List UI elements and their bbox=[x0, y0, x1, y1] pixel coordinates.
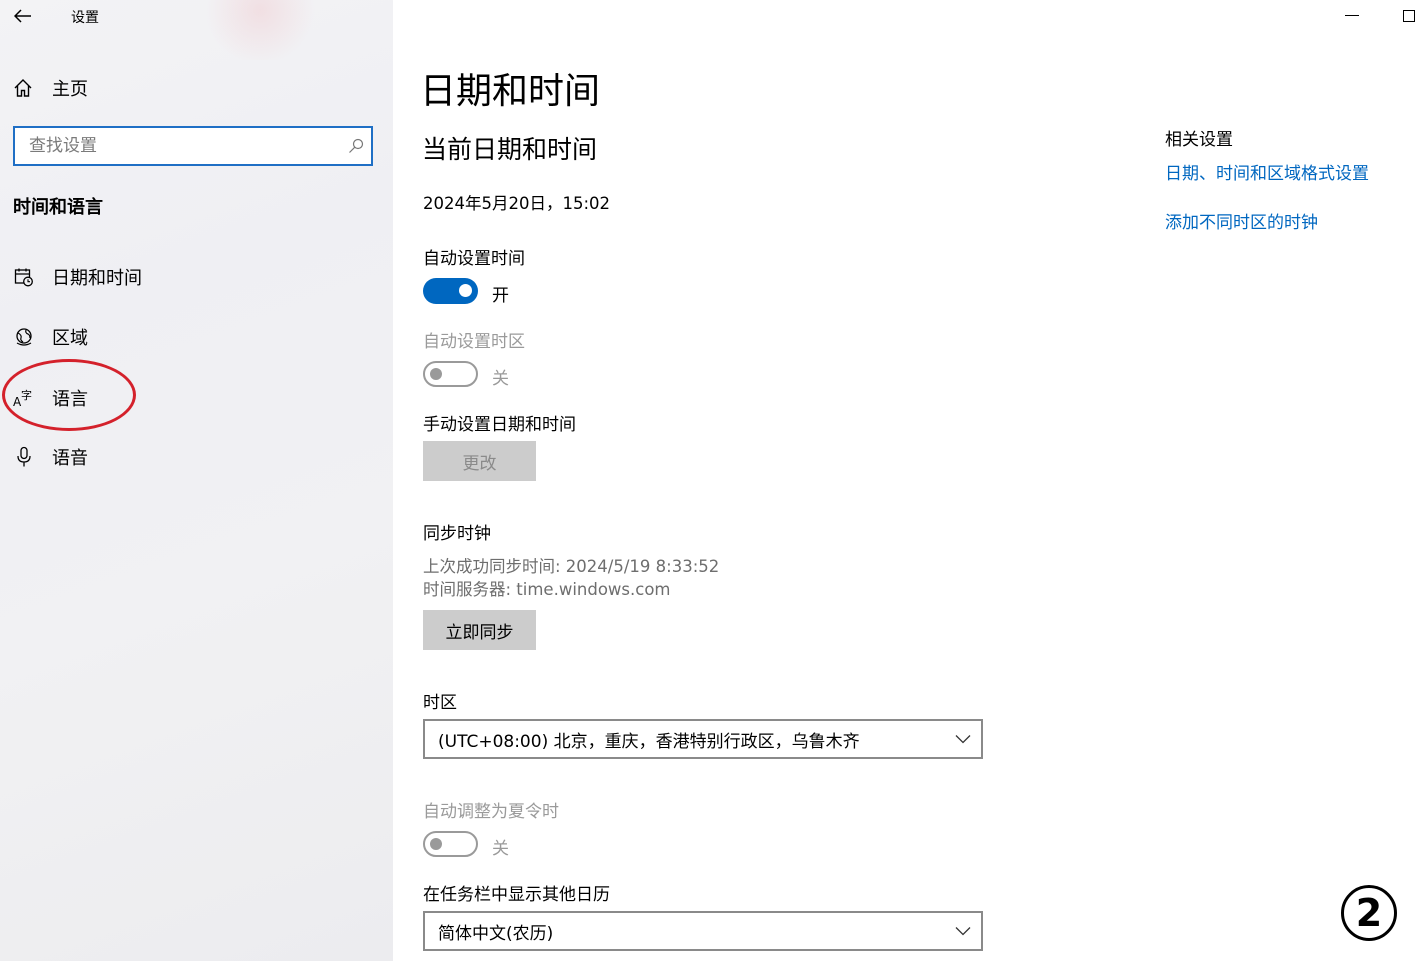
section-subtitle: 当前日期和时间 bbox=[422, 135, 598, 164]
timezone-value: (UTC+08:00) 北京，重庆，香港特别行政区，乌鲁木齐 bbox=[438, 731, 860, 752]
calendar-clock-icon bbox=[13, 266, 35, 288]
calendar-label: 在任务栏中显示其他日历 bbox=[423, 885, 610, 905]
sidebar-item-label: 日期和时间 bbox=[52, 268, 142, 289]
calendar-dropdown[interactable]: 简体中文(农历) bbox=[423, 911, 983, 951]
auto-time-label: 自动设置时间 bbox=[423, 249, 525, 269]
sidebar-item-region[interactable]: 区域 bbox=[13, 322, 373, 352]
sidebar-item-label: 区域 bbox=[52, 328, 88, 349]
current-datetime: 2024年5月20日，15:02 bbox=[423, 194, 611, 213]
back-button[interactable] bbox=[10, 4, 36, 28]
home-icon bbox=[14, 79, 32, 97]
auto-timezone-label: 自动设置时区 bbox=[423, 332, 525, 352]
related-settings-title: 相关设置 bbox=[1165, 130, 1233, 150]
nav-home-label: 主页 bbox=[52, 79, 88, 100]
sidebar: 设置 主页 时间和语言 日期和时间 bbox=[0, 0, 393, 961]
search-input[interactable] bbox=[15, 128, 341, 164]
section-title: 时间和语言 bbox=[13, 197, 103, 218]
globe-icon bbox=[13, 326, 35, 348]
last-sync-text: 上次成功同步时间: 2024/5/19 8:33:52 bbox=[423, 557, 720, 576]
sync-now-button[interactable]: 立即同步 bbox=[423, 610, 536, 650]
search-icon[interactable] bbox=[341, 138, 371, 154]
sidebar-item-date-time[interactable]: 日期和时间 bbox=[13, 262, 373, 292]
chevron-down-icon bbox=[955, 927, 971, 936]
chevron-down-icon bbox=[955, 735, 971, 744]
date-region-format-link[interactable]: 日期、时间和区域格式设置 bbox=[1165, 159, 1369, 184]
search-box bbox=[13, 126, 373, 166]
dst-label: 自动调整为夏令时 bbox=[423, 802, 559, 822]
auto-timezone-state: 关 bbox=[492, 369, 509, 389]
time-server-text: 时间服务器: time.windows.com bbox=[423, 580, 671, 599]
timezone-dropdown[interactable]: (UTC+08:00) 北京，重庆，香港特别行政区，乌鲁木齐 bbox=[423, 719, 983, 759]
auto-timezone-toggle[interactable] bbox=[423, 361, 478, 387]
sidebar-item-label: 语音 bbox=[52, 448, 88, 469]
main-content: 日期和时间 当前日期和时间 2024年5月20日，15:02 自动设置时间 开 … bbox=[393, 0, 1420, 961]
page-title: 日期和时间 bbox=[420, 71, 601, 112]
nav-home[interactable]: 主页 bbox=[13, 74, 88, 102]
sync-label: 同步时钟 bbox=[423, 524, 491, 544]
dst-state: 关 bbox=[492, 839, 509, 859]
highlight-circle bbox=[2, 359, 136, 431]
calendar-value: 简体中文(农历) bbox=[438, 923, 554, 944]
back-arrow-icon bbox=[14, 9, 31, 23]
auto-time-state: 开 bbox=[492, 286, 509, 306]
sidebar-item-speech[interactable]: 语音 bbox=[13, 442, 373, 472]
change-button[interactable]: 更改 bbox=[423, 441, 536, 481]
step-number-badge: 2 bbox=[1341, 885, 1397, 941]
app-title: 设置 bbox=[71, 10, 99, 26]
timezone-label: 时区 bbox=[423, 693, 457, 713]
manual-datetime-label: 手动设置日期和时间 bbox=[423, 415, 576, 435]
dst-toggle[interactable] bbox=[423, 831, 478, 857]
auto-time-toggle[interactable] bbox=[423, 278, 478, 304]
add-clocks-link[interactable]: 添加不同时区的时钟 bbox=[1165, 208, 1318, 233]
microphone-icon bbox=[13, 446, 35, 468]
